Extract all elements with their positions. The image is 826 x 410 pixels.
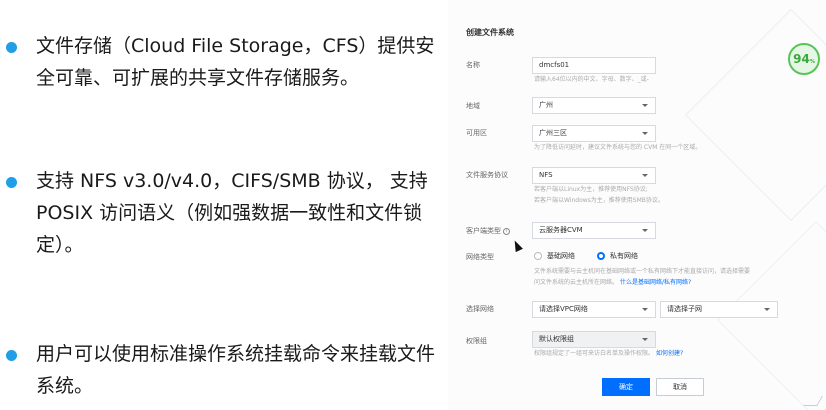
chevron-down-icon (642, 132, 648, 135)
progress-badge-value: 94 (793, 52, 810, 66)
radio-circle-icon (534, 252, 542, 260)
bullet-dot-icon (6, 177, 17, 188)
bullet-dot-icon (6, 350, 17, 361)
permission-help-link[interactable]: 如何创建? (656, 350, 683, 357)
chevron-down-icon (642, 174, 648, 177)
vpc-select-value: 请选择VPC网络 (539, 305, 588, 313)
vpc-select[interactable]: 请选择VPC网络 (532, 301, 656, 318)
zone-label: 可用区 (466, 129, 487, 137)
bullet-text: 用户可以使用标准操作系统挂载命令来挂载文件系统。 (36, 343, 436, 397)
permission-hint-text: 权限组规定了一组可来访白名单及操作权限。 (534, 350, 655, 357)
zone-select-value: 广州三区 (539, 129, 567, 137)
protocol-select[interactable]: NFS (532, 167, 656, 184)
info-icon[interactable]: i (503, 227, 510, 235)
protocol-select-value: NFS (539, 171, 553, 179)
network-type-hint-2-text: 问文件系统的云主机所在网络。 (534, 279, 619, 286)
permission-hint: 权限组规定了一组可来访白名单及操作权限。 如何创建? (534, 349, 683, 359)
client-type-select[interactable]: 云服务器CVM (532, 222, 656, 239)
permission-select[interactable]: 默认权限组 (532, 331, 656, 348)
zone-hint: 为了降低访问延时，建议文件系统与您的 CVM 在同一个区域。 (534, 144, 702, 151)
progress-badge: 94% (788, 43, 820, 75)
subnet-label: 选择网络 (466, 305, 494, 313)
bullet-text: 支持 NFS v3.0/v4.0，CIFS/SMB 协议， 支持 POSIX 访… (36, 170, 428, 256)
client-type-label-text: 客户端类型 (466, 227, 501, 235)
radio-private-network-label: 私有网络 (610, 252, 638, 260)
client-type-label: 客户端类型 i (466, 226, 510, 236)
region-label: 地域 (466, 102, 480, 110)
network-type-help-link[interactable]: 什么是基础网络/私有网络? (620, 279, 691, 286)
create-file-system-panel: 创建文件系统 名称 dmcfs01 请输入64位以内的中文、字母、数字、_或- … (448, 0, 826, 410)
cancel-button[interactable]: 取消 (656, 378, 704, 396)
region-select[interactable]: 广州 (532, 97, 656, 114)
chevron-down-icon (642, 338, 648, 341)
chevron-down-icon (642, 104, 648, 107)
region-select-value: 广州 (539, 101, 553, 109)
network-type-label: 网络类型 (466, 253, 494, 261)
name-input[interactable]: dmcfs01 (532, 57, 656, 74)
subnet-select-value: 请选择子网 (667, 305, 702, 313)
subnet-select[interactable]: 请选择子网 (660, 301, 778, 318)
network-type-hint: 文件系统需要与云主机同在基础网络或一个私有网络下才能直接访问，请选择需要 (534, 268, 751, 275)
name-hint: 请输入64位以内的中文、字母、数字、_或- (534, 76, 649, 83)
radio-basic-network-label: 基础网络 (547, 252, 575, 260)
permission-label: 权限组 (466, 337, 487, 345)
radio-selected-icon (597, 252, 605, 260)
form-title: 创建文件系统 (466, 28, 514, 37)
name-label: 名称 (466, 61, 480, 69)
protocol-label: 文件服务协议 (466, 171, 508, 179)
background-decoration (684, 8, 826, 222)
mouse-cursor-icon (511, 238, 523, 253)
progress-badge-unit: % (809, 59, 815, 65)
client-type-select-value: 云服务器CVM (539, 226, 583, 234)
chevron-down-icon (642, 229, 648, 232)
protocol-hint-linux: 若客户端以Linux为主，推荐使用NFS协议; (534, 186, 648, 193)
permission-select-value: 默认权限组 (539, 335, 574, 343)
confirm-button[interactable]: 确定 (602, 378, 650, 396)
network-type-hint-2: 问文件系统的云主机所在网络。 什么是基础网络/私有网络? (534, 278, 691, 288)
chevron-down-icon (642, 308, 648, 311)
zone-select[interactable]: 广州三区 (532, 125, 656, 142)
bullet-text: 文件存储（Cloud File Storage，CFS）提供安全可靠、可扩展的共… (36, 35, 435, 89)
chevron-down-icon (764, 308, 770, 311)
protocol-hint-windows: 若客户端以Windows为主，推荐使用SMB协议。 (534, 197, 664, 204)
bullet-dot-icon (6, 42, 17, 53)
slide-bullet-list: 文件存储（Cloud File Storage，CFS）提供安全可靠、可扩展的共… (0, 0, 448, 410)
